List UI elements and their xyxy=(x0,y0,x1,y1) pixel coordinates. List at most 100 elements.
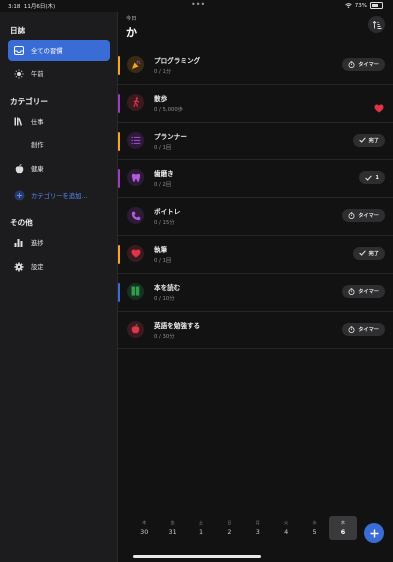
habit-progress: 0 / 2回 xyxy=(154,182,172,189)
sidebar-item-all-habits[interactable]: 全ての習慣 xyxy=(8,40,110,61)
weekday-label: 水 xyxy=(312,520,317,525)
checkmark-icon xyxy=(358,250,366,257)
day-number: 3 xyxy=(255,528,260,536)
habit-row[interactable]: 英語を勉強する 0 / 30分 タイマー xyxy=(118,312,393,350)
stopwatch-icon xyxy=(348,325,355,333)
sidebar-item-morning[interactable]: 午前 xyxy=(8,63,110,84)
habit-name: 英語を勉強する xyxy=(154,321,201,330)
timer-button[interactable]: タイマー xyxy=(342,284,385,298)
timer-label: タイマー xyxy=(358,213,379,220)
plus-circle-icon xyxy=(13,190,25,202)
sort-button[interactable] xyxy=(368,16,385,33)
sidebar-item-settings[interactable]: 設定 xyxy=(8,256,110,277)
habit-row[interactable]: プランナー 0 / 1回 完了 xyxy=(118,123,393,161)
day-selector-item[interactable]: 土1 xyxy=(187,516,215,540)
section-title-categories: カテゴリー xyxy=(10,97,48,106)
habit-name: 歯磨き xyxy=(154,170,174,179)
timer-button[interactable]: タイマー xyxy=(342,209,385,223)
complete-button[interactable]: 完了 xyxy=(352,133,385,147)
category-color-bar xyxy=(118,93,120,113)
habit-progress: 0 / 1分 xyxy=(154,69,172,75)
category-color-bar xyxy=(118,244,120,264)
day-number: 30 xyxy=(140,528,149,536)
habit-progress: 0 / 1回 xyxy=(154,257,172,264)
status-bar: 3:18 11月6日(木) ••• 73% xyxy=(0,0,393,12)
books-icon xyxy=(13,116,25,128)
day-selector-item[interactable]: 月3 xyxy=(244,516,272,540)
sidebar-item-work[interactable]: 仕事 xyxy=(8,111,110,132)
day-number: 6 xyxy=(340,528,346,536)
day-selector-item[interactable]: 木6 xyxy=(328,516,358,540)
timer-button[interactable]: タイマー xyxy=(342,322,385,336)
sidebar-item-progress[interactable]: 進捗 xyxy=(8,232,110,253)
complete-label: 完了 xyxy=(368,250,379,257)
category-color-bar xyxy=(118,56,120,75)
habit-row[interactable]: ボイトレ 0 / 15分 タイマー xyxy=(118,198,393,236)
day-number: 1 xyxy=(198,528,204,536)
increment-button[interactable]: 1 xyxy=(359,171,385,185)
chart-icon xyxy=(13,237,25,249)
gear-icon xyxy=(13,261,25,273)
habit-progress: 0 / 30分 xyxy=(154,333,175,340)
home-indicator xyxy=(133,555,261,558)
weekday-label: 月 xyxy=(255,520,260,525)
category-color-bar xyxy=(118,282,120,302)
day-selector-item[interactable]: 木 30 xyxy=(130,516,158,540)
habit-row[interactable]: 歯磨き 0 / 2回 1 xyxy=(118,160,393,199)
day-selector-item[interactable]: 水5 xyxy=(300,516,328,540)
day-number: 4 xyxy=(284,528,289,536)
heart-icon xyxy=(127,244,144,262)
day-number: 2 xyxy=(227,528,232,536)
habit-progress: 0 / 1回 xyxy=(154,144,172,151)
habit-progress: 0 / 10分 xyxy=(154,295,175,302)
add-category-button[interactable]: カテゴリーを追加… xyxy=(8,185,110,206)
sidebar-item-label: カテゴリーを追加… xyxy=(31,193,88,200)
favorite-heart-icon[interactable] xyxy=(374,98,384,117)
day-number: 5 xyxy=(312,528,317,536)
habit-row[interactable]: プログラミング 0 / 1分 タイマー xyxy=(118,47,393,85)
stopwatch-icon xyxy=(348,61,355,68)
day-selector-item[interactable]: 火4 xyxy=(272,516,300,540)
apple-icon xyxy=(13,163,25,175)
complete-button[interactable]: 完了 xyxy=(352,246,385,260)
apple-icon xyxy=(127,320,144,338)
weekday-label: 土 xyxy=(198,520,204,525)
habit-row[interactable]: 散歩 0 / 5,000歩 xyxy=(118,85,393,123)
habit-name: 本を読む xyxy=(154,283,181,292)
stopwatch-icon xyxy=(348,288,355,295)
sidebar-item-label: 全ての習慣 xyxy=(31,48,63,55)
timer-button[interactable]: タイマー xyxy=(342,58,385,71)
week-bar: 木 30 金 31 土 1 日 2 月 3 火 4 水 5 木 6 xyxy=(118,508,393,562)
timer-label: タイマー xyxy=(358,326,379,333)
habit-row[interactable]: 執筆 0 / 1回 完了 xyxy=(118,236,393,274)
phone-icon xyxy=(127,207,144,225)
sidebar-item-creative[interactable]: 創作 xyxy=(8,134,110,155)
day-selector-item[interactable]: 金 31 xyxy=(158,516,186,540)
increment-label: 1 xyxy=(375,174,379,181)
timer-label: タイマー xyxy=(358,62,379,68)
sidebar-item-label: 午前 xyxy=(31,71,44,78)
list-icon xyxy=(127,131,144,149)
wifi-icon xyxy=(344,3,352,8)
checkmark-icon xyxy=(358,137,366,143)
day-selector-item[interactable]: 日2 xyxy=(215,516,243,540)
book-icon xyxy=(127,282,144,300)
habit-row[interactable]: 本を読む 0 / 10分 タイマー xyxy=(118,274,393,312)
section-title-other: その他 xyxy=(10,218,33,227)
section-title-journal: 日誌 xyxy=(10,26,26,35)
battery-percent: 73% xyxy=(354,2,367,9)
status-time: 3:18 11月6日(木) xyxy=(8,4,56,10)
habit-name: 執筆 xyxy=(154,245,168,254)
page-title: か xyxy=(126,26,137,39)
sidebar: 日誌 全ての習慣 午前 カテゴリー 仕事 創作 健康 カテゴリーを追加… その他 xyxy=(0,12,117,562)
multitask-dots[interactable]: ••• xyxy=(191,0,205,9)
sidebar-item-label: 健康 xyxy=(31,166,44,173)
category-color-bar xyxy=(118,131,120,151)
weekday-label: 木 xyxy=(340,520,346,525)
sort-icon xyxy=(372,20,381,29)
weekday-label: 火 xyxy=(284,520,289,525)
timer-label: タイマー xyxy=(358,288,379,295)
sidebar-item-health[interactable]: 健康 xyxy=(8,158,110,179)
weekday-label: 木 xyxy=(142,520,147,525)
add-habit-button[interactable] xyxy=(364,523,384,543)
